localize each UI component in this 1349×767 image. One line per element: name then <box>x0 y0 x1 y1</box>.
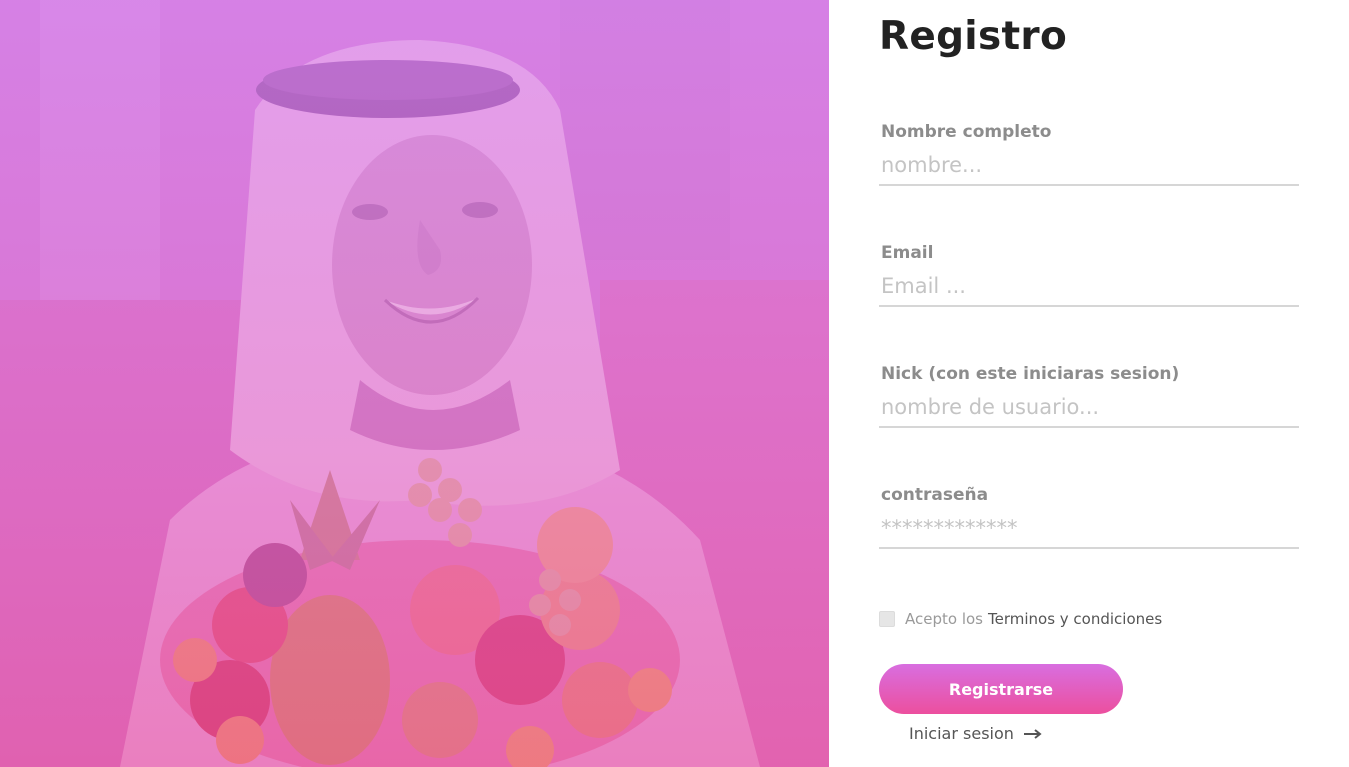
terms-checkbox[interactable] <box>879 611 895 627</box>
register-button[interactable]: Registrarse <box>879 664 1123 714</box>
terms-row: Acepto los Terminos y condiciones <box>879 608 1162 630</box>
terms-prefix: Acepto los <box>905 610 983 628</box>
hero-image <box>0 0 829 767</box>
hero-color-overlay <box>0 0 829 767</box>
nick-input[interactable] <box>879 388 1299 428</box>
password-label: contraseña <box>881 485 989 505</box>
arrow-right-icon <box>1023 724 1042 743</box>
full-name-label: Nombre completo <box>881 122 1052 142</box>
nick-label: Nick (con este iniciaras sesion) <box>881 364 1180 384</box>
email-input[interactable] <box>879 267 1299 307</box>
login-link-label: Iniciar sesion <box>909 724 1014 743</box>
page-title: Registro <box>879 14 1068 59</box>
password-field-group: contraseña <box>879 485 1299 565</box>
email-field-group: Email <box>879 243 1299 323</box>
email-label: Email <box>881 243 934 263</box>
nick-field-group: Nick (con este iniciaras sesion) <box>879 364 1299 444</box>
register-page: Registro Nombre completo Email Nick (con… <box>0 0 1349 767</box>
password-input[interactable] <box>879 509 1299 549</box>
login-link[interactable]: Iniciar sesion <box>909 724 1042 743</box>
full-name-field-group: Nombre completo <box>879 122 1299 202</box>
terms-link[interactable]: Terminos y condiciones <box>988 610 1162 628</box>
full-name-input[interactable] <box>879 146 1299 186</box>
